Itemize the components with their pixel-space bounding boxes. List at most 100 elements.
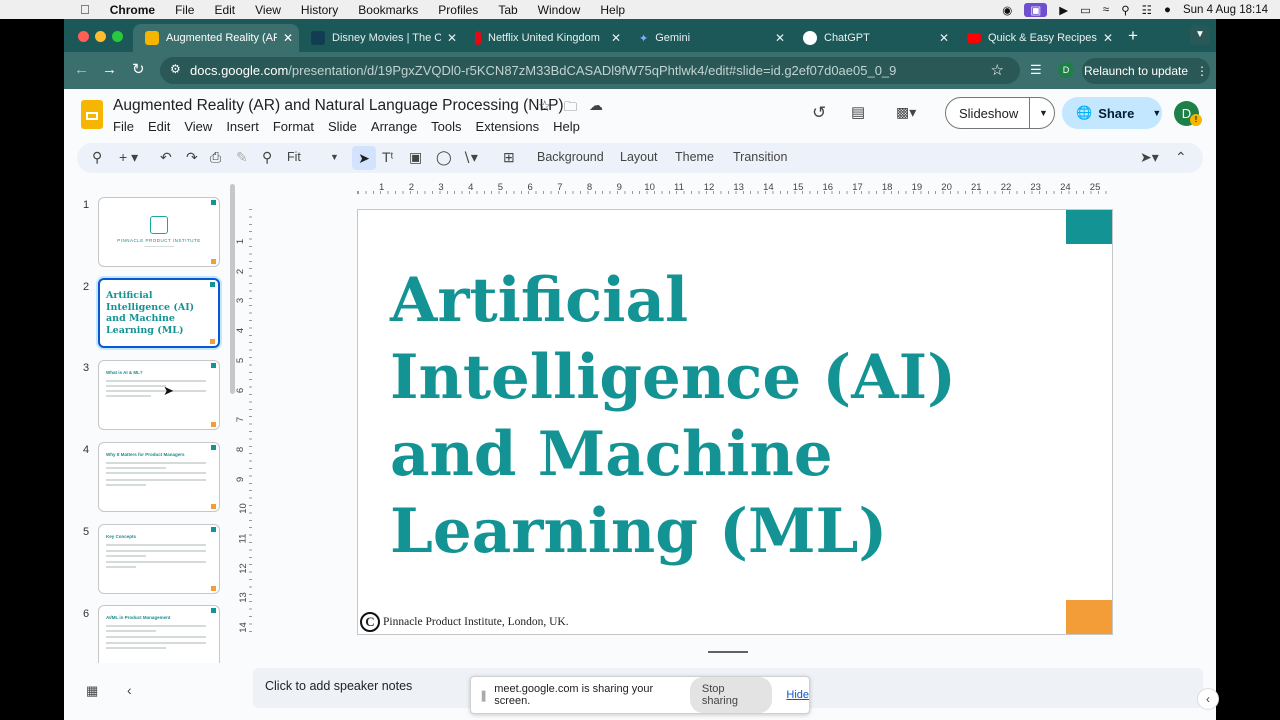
control-center-icon[interactable]: ☷	[1142, 3, 1152, 17]
cloud-status-icon[interactable]: ☁	[589, 97, 603, 114]
grid-view-icon[interactable]: ▦	[86, 683, 98, 699]
close-window-icon[interactable]	[78, 31, 89, 42]
close-tab-icon[interactable]: ✕	[441, 31, 463, 45]
select-tool-icon[interactable]: ➤	[352, 146, 376, 170]
close-tab-icon[interactable]: ✕	[605, 31, 627, 45]
meet-icon[interactable]: ▩▾	[896, 104, 916, 121]
slide[interactable]: Artificial Intelligence (AI) and Machine…	[357, 209, 1113, 635]
collapse-filmstrip-icon[interactable]: ‹	[127, 682, 132, 698]
docs-menu-extensions[interactable]: Extensions	[476, 119, 540, 134]
tab-gemini[interactable]: ✦ Gemini ✕	[627, 24, 791, 52]
close-tab-icon[interactable]: ✕	[933, 31, 955, 45]
slideshow-dropdown-icon[interactable]: ▼	[1029, 97, 1048, 129]
slide-thumbnail-4[interactable]: Why It Matters for Product Managers	[98, 442, 220, 512]
screen-share-icon[interactable]: ▣	[1024, 2, 1048, 17]
apple-icon[interactable]: 	[80, 2, 90, 17]
menu-history[interactable]: History	[301, 3, 338, 17]
docs-menu-arrange[interactable]: Arrange	[371, 119, 417, 134]
hide-link[interactable]: Hide	[786, 689, 809, 701]
wifi-icon[interactable]: ≈	[1103, 4, 1109, 16]
menu-edit[interactable]: Edit	[214, 3, 235, 17]
line-icon[interactable]: ∖▾	[462, 149, 478, 166]
slide-title[interactable]: Artificial Intelligence (AI) and Machine…	[390, 262, 1090, 570]
slideshow-button[interactable]: Slideshow ▼	[945, 97, 1055, 129]
bookmark-star-icon[interactable]: ☆	[991, 61, 1004, 79]
docs-menu-file[interactable]: File	[113, 119, 134, 134]
document-title[interactable]: Augmented Reality (AR) and Natural Langu…	[113, 97, 564, 115]
zoom-dropdown-icon[interactable]: ▼	[330, 152, 339, 162]
slide-thumbnail-2[interactable]: Artificial Intelligence (AI) and Machine…	[98, 278, 220, 348]
docs-menu-help[interactable]: Help	[553, 119, 580, 134]
pen-tool-icon[interactable]: ➤▾	[1140, 149, 1159, 166]
tab-netflix[interactable]: Netflix United Kingdom ✕	[463, 24, 627, 52]
menu-view[interactable]: View	[255, 3, 281, 17]
profile-avatar[interactable]: D	[1058, 62, 1074, 78]
docs-menu-edit[interactable]: Edit	[148, 119, 170, 134]
menu-profiles[interactable]: Profiles	[438, 3, 478, 17]
play-icon[interactable]: ▶	[1059, 3, 1068, 17]
transition-button[interactable]: Transition	[733, 150, 787, 164]
background-button[interactable]: Background	[537, 150, 604, 164]
zoom-icon[interactable]: ⚲	[262, 149, 272, 166]
paint-format-icon[interactable]: ✎	[236, 149, 248, 166]
battery-icon[interactable]: ▭	[1080, 3, 1091, 17]
close-tab-icon[interactable]: ✕	[277, 31, 299, 45]
zoom-select[interactable]: Fit	[287, 150, 301, 164]
tab-chatgpt[interactable]: ChatGPT ✕	[791, 24, 955, 52]
docs-menu-slide[interactable]: Slide	[328, 119, 357, 134]
spotlight-search-icon[interactable]: ⚲	[1121, 3, 1129, 17]
drag-handle-icon[interactable]: ❚	[479, 689, 488, 702]
layout-button[interactable]: Layout	[620, 150, 658, 164]
search-menus-icon[interactable]: ⚲	[92, 149, 102, 166]
slide-thumbnail-5[interactable]: Key Concepts	[98, 524, 220, 594]
menu-app-name[interactable]: Chrome	[110, 3, 155, 17]
share-button[interactable]: 🌐 Share ▼	[1062, 97, 1162, 129]
minimize-window-icon[interactable]	[95, 31, 106, 42]
docs-menu-insert[interactable]: Insert	[226, 119, 259, 134]
siri-icon[interactable]: ●	[1164, 4, 1171, 16]
stop-sharing-button[interactable]: Stop sharing	[689, 677, 773, 713]
tab-augmented-reality[interactable]: Augmented Reality (AR) ✕	[133, 24, 299, 52]
slide-thumbnail-1[interactable]: PINNACLE PRODUCT INSTITUTE	[98, 197, 220, 267]
relaunch-button[interactable]: Relaunch to update ⋮	[1082, 58, 1210, 84]
docs-menu-view[interactable]: View	[184, 119, 212, 134]
notes-resize-handle[interactable]	[708, 651, 748, 653]
shape-icon[interactable]: ◯	[436, 149, 452, 166]
docs-menu-format[interactable]: Format	[273, 119, 314, 134]
comment-add-icon[interactable]: ⊞	[503, 149, 515, 166]
new-tab-icon[interactable]: +	[1128, 26, 1138, 46]
url-input[interactable]: ⚙ docs.google.com/presentation/d/19PgxZV…	[160, 57, 1020, 84]
speaker-notes-placeholder[interactable]: Click to add speaker notes	[265, 679, 412, 693]
share-dropdown-icon[interactable]: ▼	[1152, 108, 1161, 118]
menu-help[interactable]: Help	[600, 3, 625, 17]
move-folder-icon[interactable]: 🗀	[564, 98, 577, 120]
record-icon[interactable]: ◉	[1002, 3, 1012, 17]
window-controls[interactable]	[78, 31, 123, 42]
side-panel-toggle-icon[interactable]: ‹	[1197, 688, 1219, 710]
redo-icon[interactable]: ↷	[186, 149, 198, 166]
print-icon[interactable]: ⎙	[210, 149, 221, 166]
comments-icon[interactable]: ▤	[851, 103, 865, 121]
slide-thumbnail-6[interactable]: AI/ML in Product Management	[98, 605, 220, 663]
more-options-icon[interactable]: ⋮	[1196, 64, 1208, 78]
back-icon[interactable]: ←	[74, 61, 89, 78]
menu-tab[interactable]: Tab	[498, 3, 517, 17]
docs-menu-tools[interactable]: Tools	[431, 119, 461, 134]
tab-recipes[interactable]: Quick & Easy Recipes W ✕	[955, 24, 1119, 52]
slides-logo-icon[interactable]	[81, 100, 103, 129]
new-slide-icon[interactable]: + ▾	[119, 149, 138, 166]
slide-footer[interactable]: C Pinnacle Product Institute, London, UK…	[360, 612, 569, 632]
close-tab-icon[interactable]: ✕	[1097, 31, 1119, 45]
site-info-icon[interactable]: ⚙	[170, 62, 181, 76]
text-box-icon[interactable]: Tᵗ	[382, 149, 394, 165]
tab-disney[interactable]: Disney Movies | The Offi ✕	[299, 24, 463, 52]
reload-icon[interactable]: ↻	[132, 60, 145, 78]
close-tab-icon[interactable]: ✕	[769, 31, 791, 45]
forward-icon[interactable]: →	[102, 61, 117, 78]
collapse-toolbar-icon[interactable]: ⌃	[1175, 149, 1187, 166]
version-history-icon[interactable]: ↺	[812, 103, 826, 123]
menu-file[interactable]: File	[175, 3, 194, 17]
menu-window[interactable]: Window	[538, 3, 581, 17]
menu-bookmarks[interactable]: Bookmarks	[358, 3, 418, 17]
media-control-icon[interactable]: ☰	[1030, 62, 1042, 78]
